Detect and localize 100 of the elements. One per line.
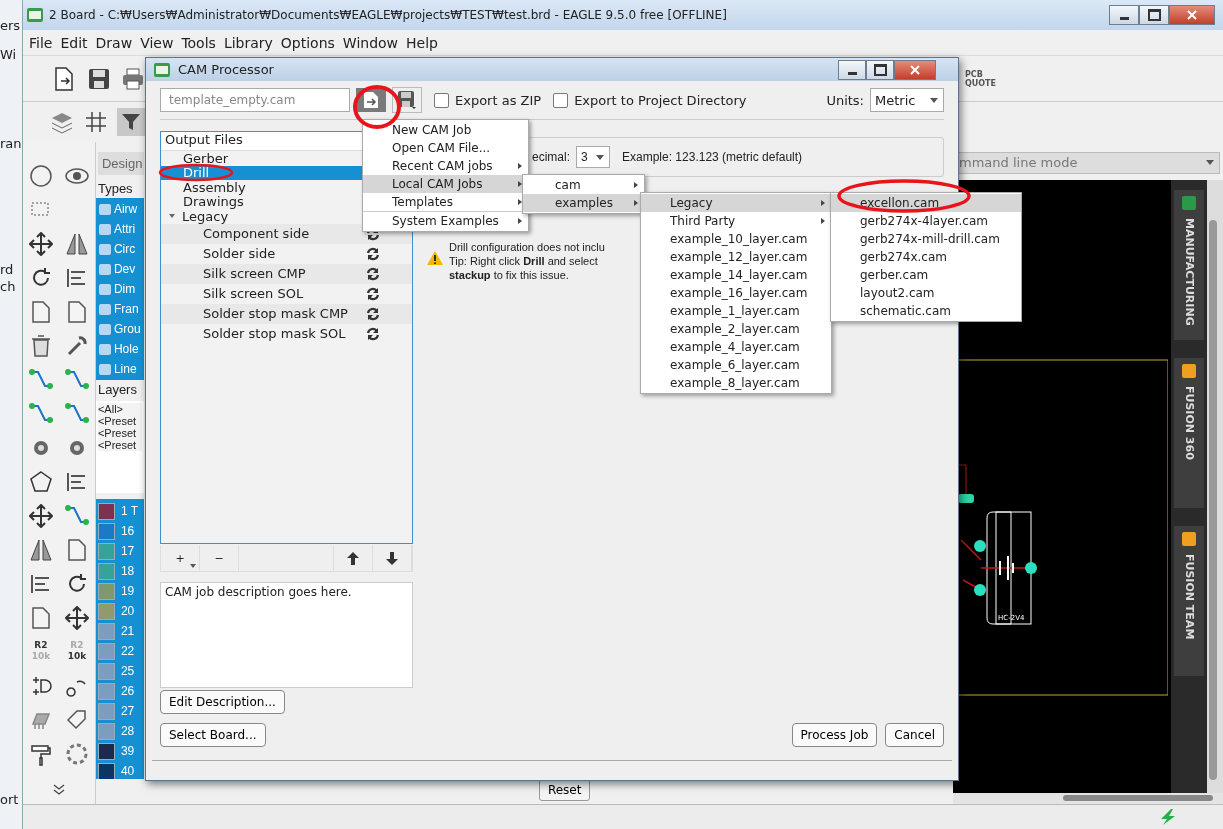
menu-item[interactable]: File — [29, 34, 53, 51]
menu-item[interactable]: layout2.cam — [831, 284, 1021, 302]
menu-item[interactable]: Legacy — [641, 194, 831, 212]
expand-chevron-icon[interactable] — [51, 784, 66, 796]
arrow-down-icon[interactable] — [386, 551, 398, 565]
window-text-fragment: Wi — [0, 47, 17, 62]
menu-item[interactable]: example_12_layer.cam — [641, 248, 831, 266]
type-icon — [98, 283, 111, 295]
menu-item[interactable]: example_4_layer.cam — [641, 338, 831, 356]
polygon-icon[interactable] — [28, 470, 53, 494]
type-icon — [98, 363, 111, 375]
menu-item[interactable]: example_10_layer.cam — [641, 230, 831, 248]
cancel-button[interactable]: Cancel — [885, 723, 944, 748]
menu-item[interactable]: System Examples — [363, 212, 528, 230]
save-icon[interactable] — [87, 66, 111, 91]
menu-item[interactable]: gerb274x.cam — [831, 248, 1021, 266]
export-zip-checkbox[interactable]: Export as ZIP — [434, 92, 542, 108]
maximize-button[interactable] — [1139, 5, 1169, 25]
minimize-button[interactable] — [1109, 5, 1139, 25]
app-icon — [27, 8, 43, 22]
preset-item[interactable]: <Preset — [97, 427, 142, 439]
file-arrow-icon[interactable] — [363, 91, 379, 110]
refresh-icon[interactable] — [366, 326, 380, 341]
menu-item[interactable]: example_6_layer.cam — [641, 356, 831, 374]
window-title: 2 Board - C:₩Users₩Administrator₩Documents₩EAGLE₩projects₩TEST₩test.brd - EAGLE 9.5.0 free [OFFLINE] — [49, 8, 727, 22]
service-icon — [1182, 363, 1196, 378]
menu-item[interactable]: example_1_layer.cam — [641, 302, 831, 320]
cam-job-field[interactable]: template_empty.cam — [160, 88, 350, 113]
warning-text: Drill configuration does not inclu — [449, 240, 605, 255]
description-field[interactable]: CAM job description goes here. — [160, 582, 413, 689]
circle-dots-icon[interactable] — [64, 742, 89, 766]
preset-item[interactable]: <All> — [97, 403, 142, 415]
type-icon — [98, 243, 111, 255]
pcb-quote-button[interactable]: PCB QUOTE — [965, 69, 997, 88]
units-dropdown[interactable]: Metric — [870, 88, 944, 113]
decimal-dropdown[interactable]: 3 — [576, 146, 610, 169]
types-heading: Types — [96, 180, 134, 198]
menu-item[interactable]: Tools — [181, 34, 216, 51]
close-icon[interactable] — [1187, 10, 1197, 20]
menu-item[interactable]: Options — [280, 34, 335, 51]
menu-item[interactable]: Help — [406, 34, 438, 51]
menu-item[interactable]: Library — [223, 34, 273, 51]
refresh-icon[interactable] — [366, 286, 380, 301]
close-button[interactable] — [894, 59, 936, 80]
reset-button[interactable]: Reset — [538, 779, 591, 801]
route-icon[interactable] — [28, 368, 53, 392]
menu-item[interactable]: gerb274x-4layer.cam — [831, 212, 1021, 230]
arrow-up-icon[interactable] — [347, 551, 359, 565]
scrollbar-thumb[interactable] — [1063, 794, 1213, 801]
minimize-button[interactable] — [838, 59, 866, 80]
side-tab[interactable]: FUSION 360 — [1174, 357, 1204, 508]
preset-item[interactable]: <Preset — [97, 415, 142, 427]
maximize-button[interactable] — [866, 59, 894, 80]
menu-item[interactable]: example_14_layer.cam — [641, 266, 831, 284]
layers-icon[interactable] — [49, 110, 75, 134]
preset-item[interactable]: <Preset — [97, 439, 142, 451]
menu-item[interactable]: gerber.cam — [831, 266, 1021, 284]
tree-item[interactable]: Silk screen SOL — [203, 286, 304, 302]
tree-item[interactable]: Solder side — [203, 246, 276, 262]
paint-icon[interactable] — [28, 742, 53, 766]
close-icon[interactable] — [910, 64, 920, 75]
save-job-button[interactable] — [392, 87, 422, 114]
tree-item[interactable]: Solder stop mask SOL — [203, 326, 346, 342]
refresh-icon[interactable] — [366, 246, 380, 261]
value-icon[interactable]: R2 10k — [28, 640, 53, 664]
value-icon[interactable]: R2 10k — [64, 640, 89, 664]
menu-item[interactable]: Draw — [95, 34, 133, 51]
refresh-icon[interactable] — [366, 306, 380, 321]
layers-heading: Layers — [96, 381, 138, 399]
panel-tab[interactable]: Design — [97, 152, 144, 175]
tag-icon[interactable] — [64, 708, 89, 732]
close-button[interactable] — [1169, 5, 1215, 25]
menu-item[interactable]: schematic.cam — [831, 302, 1021, 320]
select-board-button[interactable]: Select Board... — [160, 723, 266, 748]
side-tab[interactable]: FUSION TEAM — [1174, 525, 1204, 676]
menu-item[interactable]: Window — [342, 34, 399, 51]
menu-item[interactable]: Edit — [60, 34, 88, 51]
side-tab[interactable]: MANUFACTURING — [1174, 189, 1204, 340]
add-button[interactable]: + — [161, 545, 200, 572]
process-job-button[interactable]: Process Job — [791, 723, 878, 748]
menu-item[interactable]: gerb274x-mill-drill.cam — [831, 230, 1021, 248]
refresh-icon[interactable] — [366, 266, 380, 281]
service-icon — [1182, 531, 1196, 546]
scrollbar-thumb[interactable] — [1209, 219, 1217, 780]
mirror-icon[interactable] — [64, 232, 89, 256]
example-text: Example: 123.123 (metric default) — [622, 150, 803, 165]
export-project-checkbox[interactable]: Export to Project Directory — [553, 92, 747, 108]
menu-item[interactable]: example_8_layer.cam — [641, 374, 831, 392]
menu-item[interactable]: Third Party — [641, 212, 831, 230]
menu-item[interactable]: example_2_layer.cam — [641, 320, 831, 338]
info-icon[interactable] — [28, 164, 53, 188]
grid-icon[interactable] — [85, 111, 107, 133]
remove-button[interactable]: − — [200, 545, 239, 572]
move-icon[interactable] — [28, 232, 53, 256]
menu-item[interactable]: example_16_layer.cam — [641, 284, 831, 302]
edit-description-button[interactable]: Edit Description... — [160, 690, 285, 715]
expand-arrow-icon[interactable] — [169, 214, 175, 219]
print-icon[interactable] — [121, 66, 145, 91]
menu-item[interactable]: View — [140, 34, 174, 51]
warning-text: stackup to fix this issue. — [449, 268, 570, 283]
